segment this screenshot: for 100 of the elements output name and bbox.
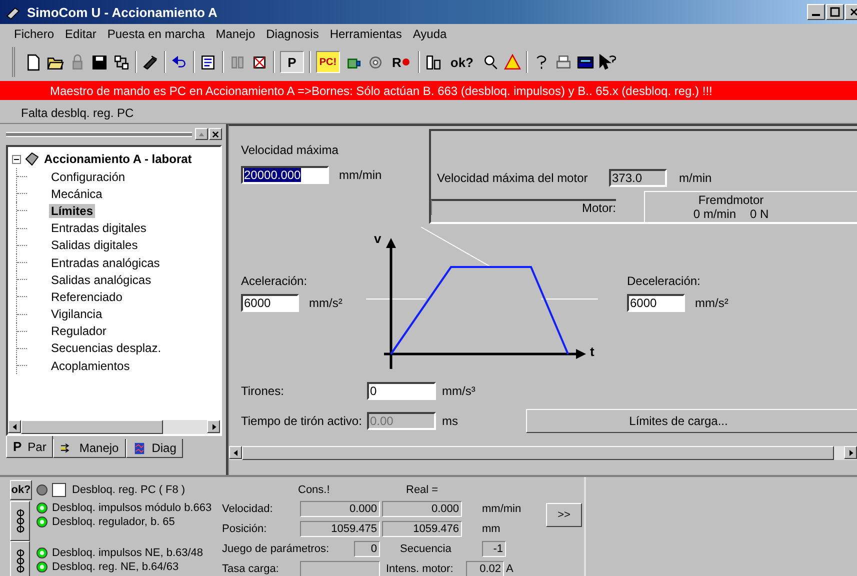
alert-text: Maestro de mando es PC en Accionamiento A =>Bornes: Sólo actúan B. 663 (desbloq. impulsos) y B.. 65.x (desbloq. reg.) !!! xyxy=(50,84,712,98)
input-field[interactable]: 0 xyxy=(367,382,436,400)
unit-label: ms xyxy=(442,414,459,428)
tree-item[interactable]: Mecánica xyxy=(49,186,104,201)
undo-arrow-icon[interactable] xyxy=(171,54,188,70)
close-button[interactable] xyxy=(209,128,222,140)
toolbar-button[interactable]: R xyxy=(389,51,414,73)
menu-item[interactable]: Herramientas xyxy=(330,27,402,41)
readout-label: Intens. motor: xyxy=(385,562,454,574)
column-header: Cons.! xyxy=(298,484,331,496)
readout-field: 0.000 xyxy=(382,500,462,516)
motor-force: 0 N xyxy=(750,207,769,221)
readout-label: Juego de parámetros: xyxy=(222,542,330,554)
tab[interactable]: Manejo xyxy=(53,439,126,458)
right-arrow-icon xyxy=(848,450,854,456)
tree-item[interactable]: Entradas digitales xyxy=(49,221,148,236)
readout-field: 1059.476 xyxy=(382,520,462,536)
whats-this-icon[interactable] xyxy=(598,54,616,70)
tab[interactable]: Diag xyxy=(126,439,184,458)
cross-icon[interactable] xyxy=(251,54,268,70)
check-button[interactable]: ok? xyxy=(10,480,32,500)
printer-icon[interactable] xyxy=(554,54,572,70)
menu-item[interactable]: Diagnosis xyxy=(266,27,319,41)
unit-label: mm/s² xyxy=(695,296,728,310)
tree-item[interactable]: Vigilancia xyxy=(49,307,104,322)
dot-icon xyxy=(402,58,410,66)
column-header: Real = xyxy=(406,484,440,496)
field-label: Tiempo de tirón activo: xyxy=(241,414,363,428)
expand-button[interactable]: >> xyxy=(546,503,582,527)
menu-item[interactable]: Puesta en marcha xyxy=(107,27,205,41)
status-text: Falta desblq. reg. PC xyxy=(21,106,134,120)
close-icon xyxy=(212,130,219,138)
checkbox[interactable] xyxy=(52,482,66,496)
input-field[interactable]: 6000 xyxy=(241,294,299,312)
indicator-stack-icon xyxy=(16,507,24,535)
field-label: Motor: xyxy=(431,198,616,214)
horizontal-scrollbar[interactable] xyxy=(229,446,857,460)
maximize-button[interactable] xyxy=(826,4,844,20)
new-file-icon[interactable] xyxy=(25,54,42,70)
unit-label: m/min xyxy=(679,171,712,185)
collapse-icon[interactable] xyxy=(12,154,21,164)
menu-item[interactable]: Manejo xyxy=(216,27,256,41)
magnifier-icon[interactable] xyxy=(482,54,499,70)
window-title: SimoCom U - Accionamiento A xyxy=(27,4,218,20)
scope-icon xyxy=(132,442,146,454)
tab[interactable]: P Par xyxy=(6,436,54,458)
close-icon xyxy=(849,7,857,17)
field-label: Aceleración: xyxy=(241,274,308,288)
input-field[interactable]: 20000.000 xyxy=(241,166,329,184)
menu-item[interactable]: Fichero xyxy=(14,27,54,41)
tree-item[interactable]: Salidas digitales xyxy=(49,238,140,252)
field-label: Velocidad máxima xyxy=(241,143,340,157)
readout-field: 0.000 xyxy=(300,500,380,516)
readout-field: 373.0 xyxy=(609,169,667,187)
drive-icon[interactable] xyxy=(425,54,442,70)
load-limits-button[interactable]: Límites de carga... xyxy=(526,409,857,433)
tree-item[interactable]: Salidas analógicas xyxy=(49,272,154,287)
unit-label: mm/min xyxy=(339,168,382,182)
unit-label: mm/min xyxy=(482,502,522,514)
tree-item[interactable]: Regulador xyxy=(49,324,108,338)
toolbar-button[interactable]: ok? xyxy=(447,51,477,73)
tree-item[interactable]: Acoplamientos xyxy=(49,358,132,373)
maximize-icon xyxy=(830,7,840,17)
horizontal-scrollbar[interactable] xyxy=(8,420,220,434)
input-field[interactable]: 6000 xyxy=(627,294,685,312)
field-label: Deceleración: xyxy=(627,274,702,288)
toolbar-button[interactable]: P xyxy=(280,51,304,73)
signal-label: Desbloq. reg. PC ( F8 ) xyxy=(72,484,186,496)
readout-label: Secuencia xyxy=(399,542,452,554)
signal-button[interactable] xyxy=(10,501,30,541)
tree-item[interactable]: Accionamiento A - laborat xyxy=(44,152,192,166)
drive-unit-icon xyxy=(23,150,41,168)
toolbar-button[interactable]: PC! xyxy=(316,51,340,73)
indicator-stack-icon xyxy=(16,547,24,575)
axis-label: t xyxy=(590,344,594,359)
signal-button[interactable] xyxy=(10,541,30,576)
tree-item[interactable]: Secuencias desplaz. xyxy=(49,341,164,356)
readout-field: 0 xyxy=(354,540,380,556)
menu-item[interactable]: Ayuda xyxy=(412,27,447,41)
signal-label: Desbloq. reg. NE, b.64/63 xyxy=(52,561,179,573)
left-arrow-icon xyxy=(12,424,18,430)
warning-icon[interactable] xyxy=(504,54,521,70)
motor-name: Fremdmotor xyxy=(698,193,764,207)
tree-item[interactable]: Configuración xyxy=(49,170,128,184)
signal-label: Desbloq. regulador, b. 65 xyxy=(52,516,175,528)
menu-item[interactable]: Editar xyxy=(65,27,96,41)
restore-button[interactable] xyxy=(195,128,208,140)
tree-item[interactable]: Límites xyxy=(49,204,96,218)
properties-icon[interactable] xyxy=(200,54,217,70)
tree-item[interactable]: Entradas analógicas xyxy=(49,256,162,270)
tool-icon[interactable] xyxy=(142,54,159,70)
field-label: Velocidad máxima del motor xyxy=(437,171,589,185)
network-icon[interactable] xyxy=(113,54,130,70)
minimize-icon xyxy=(812,14,820,16)
tree-item[interactable]: Referenciado xyxy=(49,290,124,304)
readout-label: Velocidad: xyxy=(222,502,274,514)
guide-line xyxy=(420,226,492,268)
minimize-button[interactable] xyxy=(807,4,825,20)
calculator-icon[interactable] xyxy=(576,54,594,70)
motor-speed: 0 m/min xyxy=(693,207,736,221)
